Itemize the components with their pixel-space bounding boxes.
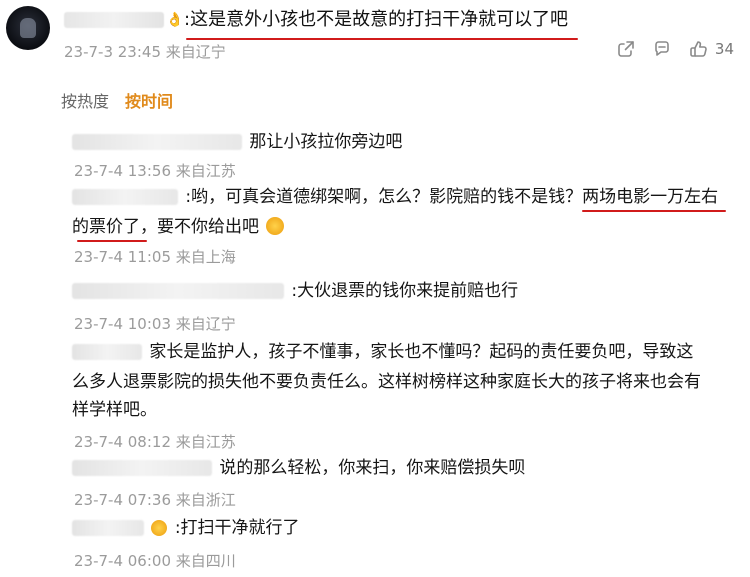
reply-item: :打扫干净就行了 23-7-4 06:00 来自四川 xyxy=(0,514,750,574)
reply-item: :哟，可真会道德绑架啊，怎么？影院赔的钱不是钱？两场电影一万左右 的票价了，要不… xyxy=(0,183,750,275)
sort-tabs: 按热度 按时间 xyxy=(61,88,173,112)
location: 来自辽宁 xyxy=(165,43,226,61)
location: 来自四川 xyxy=(175,552,236,570)
location: 来自江苏 xyxy=(175,433,236,451)
reply-text-line: 的票价了，要不你给出吧 xyxy=(72,213,285,241)
reply-meta: 23-7-4 07:36 来自浙江 xyxy=(74,489,236,510)
timestamp: 23-7-4 07:36 xyxy=(74,491,171,509)
location: 来自上海 xyxy=(175,248,236,266)
blurred-username xyxy=(64,12,164,28)
thumbs-up-icon[interactable] xyxy=(689,40,707,58)
emoji-icon xyxy=(266,217,285,235)
reply-text: :大伙退票的钱你来提前赔也行 xyxy=(72,277,518,305)
reply-meta: 23-7-4 08:12 来自江苏 xyxy=(74,431,236,452)
comment-thread: 👌 :这是意外小孩也不是故意的打扫干净就可以了吧 23-7-3 23:45 来自… xyxy=(0,0,750,577)
top-comment-actions: 34 xyxy=(617,40,734,58)
timestamp: 23-7-4 10:03 xyxy=(74,315,171,333)
reply-item: :大伙退票的钱你来提前赔也行 23-7-4 10:03 来自辽宁 xyxy=(0,277,750,335)
tab-time[interactable]: 按时间 xyxy=(125,88,173,112)
top-comment-text: :这是意外小孩也不是故意的打扫干净就可以了吧 xyxy=(184,9,569,30)
blurred-username xyxy=(72,134,242,150)
like-count: 34 xyxy=(714,40,734,58)
blurred-username xyxy=(72,283,284,299)
timestamp: 23-7-4 13:56 xyxy=(74,162,171,180)
avatar-image xyxy=(20,18,36,38)
highlight-underline xyxy=(186,38,578,40)
top-comment-username-redacted[interactable]: 👌 xyxy=(64,9,183,31)
top-comment: 👌 :这是意外小孩也不是故意的打扫干净就可以了吧 23-7-3 23:45 来自… xyxy=(0,0,750,78)
reply-text-line: 么多人退票影院的损失他不要负责任么。这样树榜样这种家庭长大的孩子将来也会有 xyxy=(72,372,701,392)
reply-meta: 23-7-4 10:03 来自辽宁 xyxy=(74,313,236,334)
highlight-underline xyxy=(582,210,726,212)
reply-text: 说的那么轻松，你来扫，你来赔偿损失呗 xyxy=(72,454,525,482)
reply-meta: 23-7-4 06:00 来自四川 xyxy=(74,550,236,571)
timestamp: 23-7-4 11:05 xyxy=(74,248,171,266)
avatar[interactable] xyxy=(6,6,50,50)
comment-icon[interactable] xyxy=(653,40,671,58)
blurred-username xyxy=(72,189,178,205)
tab-hot[interactable]: 按热度 xyxy=(61,88,109,112)
emoji-icon xyxy=(151,520,168,536)
reply-text-line: 样学样吧。 xyxy=(72,400,157,420)
reply-text: :打扫干净就行了 xyxy=(72,514,300,542)
blurred-username xyxy=(72,460,212,476)
reply-item: 家长是监护人，孩子不懂事，家长也不懂吗？起码的责任要负吧，导致这 么多人退票影院… xyxy=(0,338,750,452)
reply-meta: 23-7-4 13:56 来自江苏 xyxy=(74,160,236,181)
reply-item: 说的那么轻松，你来扫，你来赔偿损失呗 23-7-4 07:36 来自浙江 xyxy=(0,454,750,512)
blurred-username xyxy=(72,344,142,360)
highlight-underline xyxy=(77,240,147,242)
reply-meta: 23-7-4 11:05 来自上海 xyxy=(74,246,236,267)
location: 来自浙江 xyxy=(175,491,236,509)
reply-text-line: 家长是监护人，孩子不懂事，家长也不懂吗？起码的责任要负吧，导致这 xyxy=(72,338,693,366)
location: 来自江苏 xyxy=(175,162,236,180)
timestamp: 23-7-4 06:00 xyxy=(74,552,171,570)
reply-item: 那让小孩拉你旁边吧 23-7-4 13:56 来自江苏 xyxy=(0,128,750,180)
top-comment-meta: 23-7-3 23:45 来自辽宁 xyxy=(64,41,226,62)
location: 来自辽宁 xyxy=(175,315,236,333)
timestamp: 23-7-3 23:45 xyxy=(64,43,161,61)
reply-text-line: :哟，可真会道德绑架啊，怎么？影院赔的钱不是钱？两场电影一万左右 xyxy=(72,183,718,211)
timestamp: 23-7-4 08:12 xyxy=(74,433,171,451)
reply-text: 那让小孩拉你旁边吧 xyxy=(72,128,402,156)
share-icon[interactable] xyxy=(617,40,635,58)
emoji-icon: 👌 xyxy=(166,12,184,28)
blurred-username xyxy=(72,520,144,536)
